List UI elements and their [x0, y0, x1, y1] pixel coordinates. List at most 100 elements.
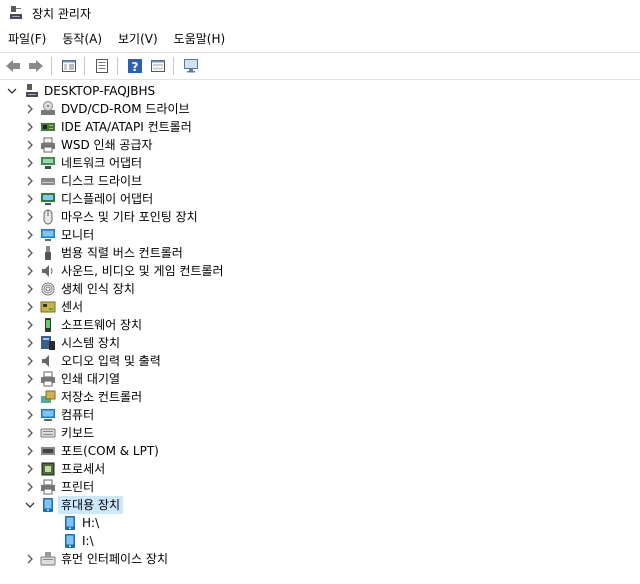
chevron-right-icon[interactable] [22, 118, 38, 136]
toolbar-separator [84, 57, 85, 75]
portable-device-icon [40, 497, 56, 513]
menu-help[interactable]: 도움말(H) [166, 28, 234, 50]
chevron-right-icon[interactable] [22, 550, 38, 568]
chevron-right-icon[interactable] [22, 316, 38, 334]
chevron-down-icon[interactable] [4, 82, 20, 100]
computer-icon [40, 407, 56, 423]
chevron-right-icon[interactable] [22, 172, 38, 190]
software-device-icon [40, 317, 56, 333]
category-row[interactable]: 오디오 입력 및 출력 [0, 352, 640, 370]
chevron-down-icon[interactable] [22, 496, 38, 514]
category-label: 키보드 [61, 426, 95, 440]
category-row[interactable]: IDE ATA/ATAPI 컨트롤러 [0, 118, 640, 136]
category-row[interactable]: 소프트웨어 장치 [0, 316, 640, 334]
chevron-right-icon[interactable] [22, 208, 38, 226]
chevron-right-icon[interactable] [22, 190, 38, 208]
menu-bar: 파일(F) 동작(A) 보기(V) 도움말(H) [0, 28, 640, 50]
category-row[interactable]: 모니터 [0, 226, 640, 244]
category-row[interactable]: 키보드 [0, 424, 640, 442]
title-bar: 장치 관리자 [0, 0, 640, 26]
category-row[interactable]: 디스플레이 어댑터 [0, 190, 640, 208]
chevron-right-icon[interactable] [22, 262, 38, 280]
category-label: IDE ATA/ATAPI 컨트롤러 [61, 120, 192, 134]
category-row[interactable]: 마우스 및 기타 포인팅 장치 [0, 208, 640, 226]
chevron-right-icon[interactable] [22, 388, 38, 406]
portable-device-icon [62, 515, 78, 531]
chevron-right-icon[interactable] [22, 226, 38, 244]
chevron-right-icon[interactable] [22, 460, 38, 478]
mouse-icon [40, 209, 56, 225]
category-label: 센서 [61, 300, 84, 314]
chevron-right-icon[interactable] [22, 370, 38, 388]
category-row[interactable]: 컴퓨터 [0, 406, 640, 424]
monitor-scan-icon [184, 59, 198, 73]
chevron-right-icon[interactable] [22, 244, 38, 262]
printer-icon [40, 479, 56, 495]
category-row[interactable]: 디스크 드라이브 [0, 172, 640, 190]
scan-hardware-button[interactable] [181, 56, 201, 76]
audio-io-icon [40, 353, 56, 369]
category-row[interactable]: 휴대용 장치 [0, 496, 640, 514]
back-button[interactable] [3, 56, 23, 76]
device-row[interactable]: H:\ [0, 514, 640, 532]
svg-text:?: ? [132, 60, 139, 74]
category-label: 생체 인식 장치 [61, 282, 135, 296]
category-label: WSD 인쇄 공급자 [61, 138, 153, 152]
category-row[interactable]: 시스템 장치 [0, 334, 640, 352]
speaker-icon [40, 263, 56, 279]
category-label: 시스템 장치 [61, 336, 121, 350]
chevron-right-icon[interactable] [22, 136, 38, 154]
category-label: DVD/CD-ROM 드라이브 [61, 102, 190, 116]
chevron-right-icon[interactable] [22, 406, 38, 424]
device-row[interactable]: I:\ [0, 532, 640, 550]
computer-icon [24, 83, 40, 99]
category-row[interactable]: 사운드, 비디오 및 게임 컨트롤러 [0, 262, 640, 280]
chevron-right-icon[interactable] [22, 442, 38, 460]
tree-root-row[interactable]: DESKTOP-FAQJBHS [0, 82, 640, 100]
category-row[interactable]: 생체 인식 장치 [0, 280, 640, 298]
category-row[interactable]: WSD 인쇄 공급자 [0, 136, 640, 154]
category-row[interactable]: 포트(COM & LPT) [0, 442, 640, 460]
view-icon [151, 60, 165, 72]
back-icon [6, 60, 20, 72]
chevron-right-icon[interactable] [22, 424, 38, 442]
processor-icon [40, 461, 56, 477]
console-tree-button[interactable] [59, 56, 79, 76]
ide-controller-icon [40, 119, 56, 135]
category-row[interactable]: DVD/CD-ROM 드라이브 [0, 100, 640, 118]
category-label: 휴대용 장치 [58, 496, 124, 514]
category-row[interactable]: 인쇄 대기열 [0, 370, 640, 388]
chevron-right-icon[interactable] [22, 280, 38, 298]
category-row[interactable]: 휴먼 인터페이스 장치 [0, 550, 640, 568]
category-row[interactable]: 저장소 컨트롤러 [0, 388, 640, 406]
chevron-right-icon[interactable] [22, 334, 38, 352]
menu-view[interactable]: 보기(V) [110, 28, 166, 50]
chevron-right-icon[interactable] [22, 352, 38, 370]
forward-button[interactable] [26, 56, 46, 76]
view-button[interactable] [148, 56, 168, 76]
printer-icon [40, 137, 56, 153]
category-row[interactable]: 네트워크 어댑터 [0, 154, 640, 172]
category-row[interactable]: 프로세서 [0, 460, 640, 478]
category-label: 범용 직렬 버스 컨트롤러 [61, 246, 183, 260]
disk-drive-icon [40, 173, 56, 189]
chevron-right-icon[interactable] [22, 100, 38, 118]
help-button[interactable]: ? [125, 56, 145, 76]
properties-button[interactable] [92, 56, 112, 76]
category-label: 디스크 드라이브 [61, 174, 143, 188]
menu-file[interactable]: 파일(F) [0, 28, 54, 50]
display-adapter-icon [40, 191, 56, 207]
chevron-right-icon[interactable] [22, 154, 38, 172]
category-label: 사운드, 비디오 및 게임 컨트롤러 [61, 264, 224, 278]
menu-action[interactable]: 동작(A) [54, 28, 110, 50]
category-row[interactable]: 센서 [0, 298, 640, 316]
category-row[interactable]: 범용 직렬 버스 컨트롤러 [0, 244, 640, 262]
chevron-right-icon[interactable] [22, 478, 38, 496]
usb-icon [40, 245, 56, 261]
portable-device-icon [62, 533, 78, 549]
category-label: 프린터 [61, 480, 95, 494]
category-label: 디스플레이 어댑터 [61, 192, 154, 206]
chevron-right-icon[interactable] [22, 298, 38, 316]
category-row[interactable]: 프린터 [0, 478, 640, 496]
monitor-icon [40, 227, 56, 243]
